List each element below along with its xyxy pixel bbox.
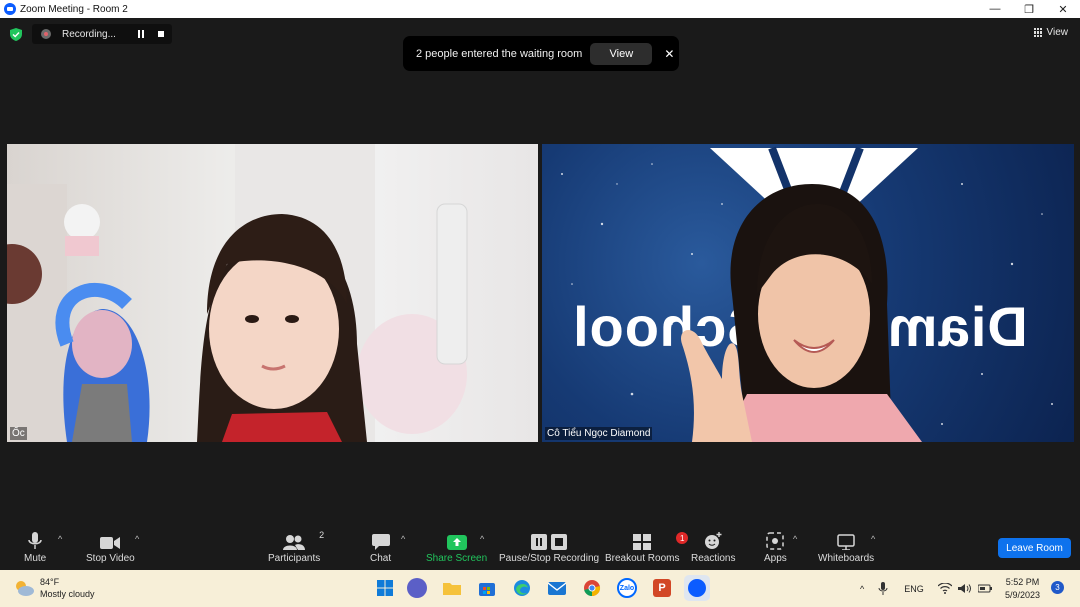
partly-cloudy-icon (16, 581, 34, 596)
view-label: View (1046, 27, 1069, 38)
windows-taskbar: 84°F Mostly cloudy Zalo P ^ ENG 5:52 PM … (0, 570, 1080, 607)
mute-button[interactable]: Mute (24, 528, 46, 570)
share-screen-label: Share Screen (426, 553, 488, 564)
microsoft-store-icon[interactable] (474, 575, 500, 601)
notification-text: 2 people entered the waiting room (416, 47, 583, 60)
waiting-room-notification: 2 people entered the waiting room View ✕ (403, 36, 679, 71)
pause-stop-recording-button[interactable]: Pause/Stop Recording (499, 528, 599, 570)
language-indicator[interactable]: ENG (904, 584, 924, 594)
participant-1-video (7, 144, 468, 442)
taskbar-clock[interactable]: 5:52 PM 5/9/2023 (1005, 576, 1040, 602)
grid-view-icon (1033, 28, 1043, 37)
breakout-rooms-button[interactable]: 1 Breakout Rooms (605, 528, 689, 570)
zoom-app-icon[interactable] (684, 575, 710, 601)
restore-button[interactable]: ❐ (1012, 0, 1046, 18)
windows-start-icon[interactable] (372, 575, 398, 601)
notification-center-badge[interactable]: 3 (1051, 581, 1064, 594)
apps-label: Apps (764, 553, 787, 564)
breakout-rooms-badge: 1 (676, 532, 689, 544)
stop-recording-icon[interactable] (158, 31, 164, 37)
pause-recording-icon[interactable] (138, 30, 144, 38)
battery-icon[interactable] (977, 583, 992, 594)
recording-dot-icon (41, 29, 51, 39)
video-options-chevron-icon[interactable]: ^ (135, 534, 139, 544)
participant-1-name: Ốc (10, 427, 27, 440)
powerpoint-icon[interactable]: P (649, 575, 675, 601)
recording-label: Recording... (62, 28, 116, 40)
meeting-toolbar: Mute ^ Stop Video ^ 2 Participants Chat … (0, 528, 1080, 570)
window-title: Zoom Meeting - Room 2 (20, 3, 128, 15)
video-tile-participant-2[interactable]: Diamond School Cô Tiểu Ngọc Diamond (542, 144, 1074, 442)
apps-options-chevron-icon[interactable]: ^ (793, 534, 797, 544)
reactions-button[interactable]: Reactions (691, 528, 735, 570)
participant-2-name: Cô Tiểu Ngọc Diamond (545, 427, 653, 440)
recording-indicator: Recording... (32, 24, 172, 44)
audio-options-chevron-icon[interactable]: ^ (58, 534, 62, 544)
weather-temperature: 84°F (40, 577, 60, 587)
chat-label: Chat (370, 553, 392, 564)
zoom-logo-icon (4, 3, 16, 15)
pause-stop-recording-icon (531, 534, 568, 550)
participants-icon (283, 535, 306, 550)
view-button[interactable]: View (1033, 27, 1069, 38)
tray-microphone-icon[interactable] (878, 581, 888, 596)
breakout-rooms-label: Breakout Rooms (605, 553, 680, 564)
stop-video-button[interactable]: Stop Video (86, 528, 135, 570)
file-explorer-icon[interactable] (439, 575, 465, 601)
share-screen-icon (446, 535, 467, 550)
notification-close-icon[interactable]: ✕ (664, 47, 674, 61)
clock-time: 5:52 PM (1005, 577, 1040, 587)
whiteboards-options-chevron-icon[interactable]: ^ (871, 534, 875, 544)
system-tray: ^ ENG (860, 570, 992, 607)
meeting-area: Recording... 2 people entered the waitin… (0, 18, 1080, 528)
encryption-shield-icon[interactable] (10, 28, 22, 41)
zalo-icon[interactable]: Zalo (614, 575, 640, 601)
close-window-button[interactable]: ✕ (1046, 0, 1080, 18)
breakout-rooms-icon (633, 534, 652, 550)
participants-label: Participants (268, 553, 321, 564)
notification-view-button[interactable]: View (590, 42, 653, 65)
apps-button[interactable]: Apps (764, 528, 787, 570)
show-hidden-icons-chevron-icon[interactable]: ^ (860, 584, 864, 594)
share-options-chevron-icon[interactable]: ^ (480, 534, 484, 544)
reactions-label: Reactions (691, 553, 736, 564)
edge-browser-icon[interactable] (509, 575, 535, 601)
microphone-icon (28, 532, 42, 549)
pause-stop-recording-label: Pause/Stop Recording (499, 553, 600, 564)
wifi-icon[interactable] (937, 583, 952, 594)
chrome-browser-icon[interactable] (579, 575, 605, 601)
chat-icon (371, 534, 390, 550)
weather-description: Mostly cloudy (40, 589, 95, 599)
clock-date: 5/9/2023 (1005, 590, 1041, 600)
participants-count: 2 (319, 530, 325, 540)
mute-label: Mute (24, 553, 47, 564)
whiteboard-icon (837, 534, 855, 550)
title-bar: Zoom Meeting - Room 2 — ❐ ✕ (0, 0, 1080, 18)
video-tile-participant-1[interactable]: Ốc (7, 144, 538, 442)
minimize-button[interactable]: — (978, 0, 1012, 18)
chat-button[interactable]: Chat (370, 528, 391, 570)
video-camera-icon (100, 537, 121, 549)
whiteboards-button[interactable]: Whiteboards (818, 528, 874, 570)
participants-button[interactable]: 2 Participants (268, 528, 324, 570)
chat-options-chevron-icon[interactable]: ^ (401, 534, 405, 544)
share-screen-button[interactable]: Share Screen (426, 528, 487, 570)
leave-room-button[interactable]: Leave Room (998, 538, 1071, 558)
taskbar-apps: Zalo P (372, 575, 719, 601)
participant-2-video (681, 184, 922, 442)
speaker-icon[interactable] (957, 583, 972, 594)
whiteboards-label: Whiteboards (818, 553, 875, 564)
mail-icon[interactable] (544, 575, 570, 601)
apps-icon (766, 532, 785, 550)
weather-widget[interactable]: 84°F Mostly cloudy (14, 576, 95, 600)
stop-video-label: Stop Video (86, 553, 135, 564)
teams-chat-icon[interactable] (407, 578, 427, 598)
reactions-icon (705, 532, 722, 549)
